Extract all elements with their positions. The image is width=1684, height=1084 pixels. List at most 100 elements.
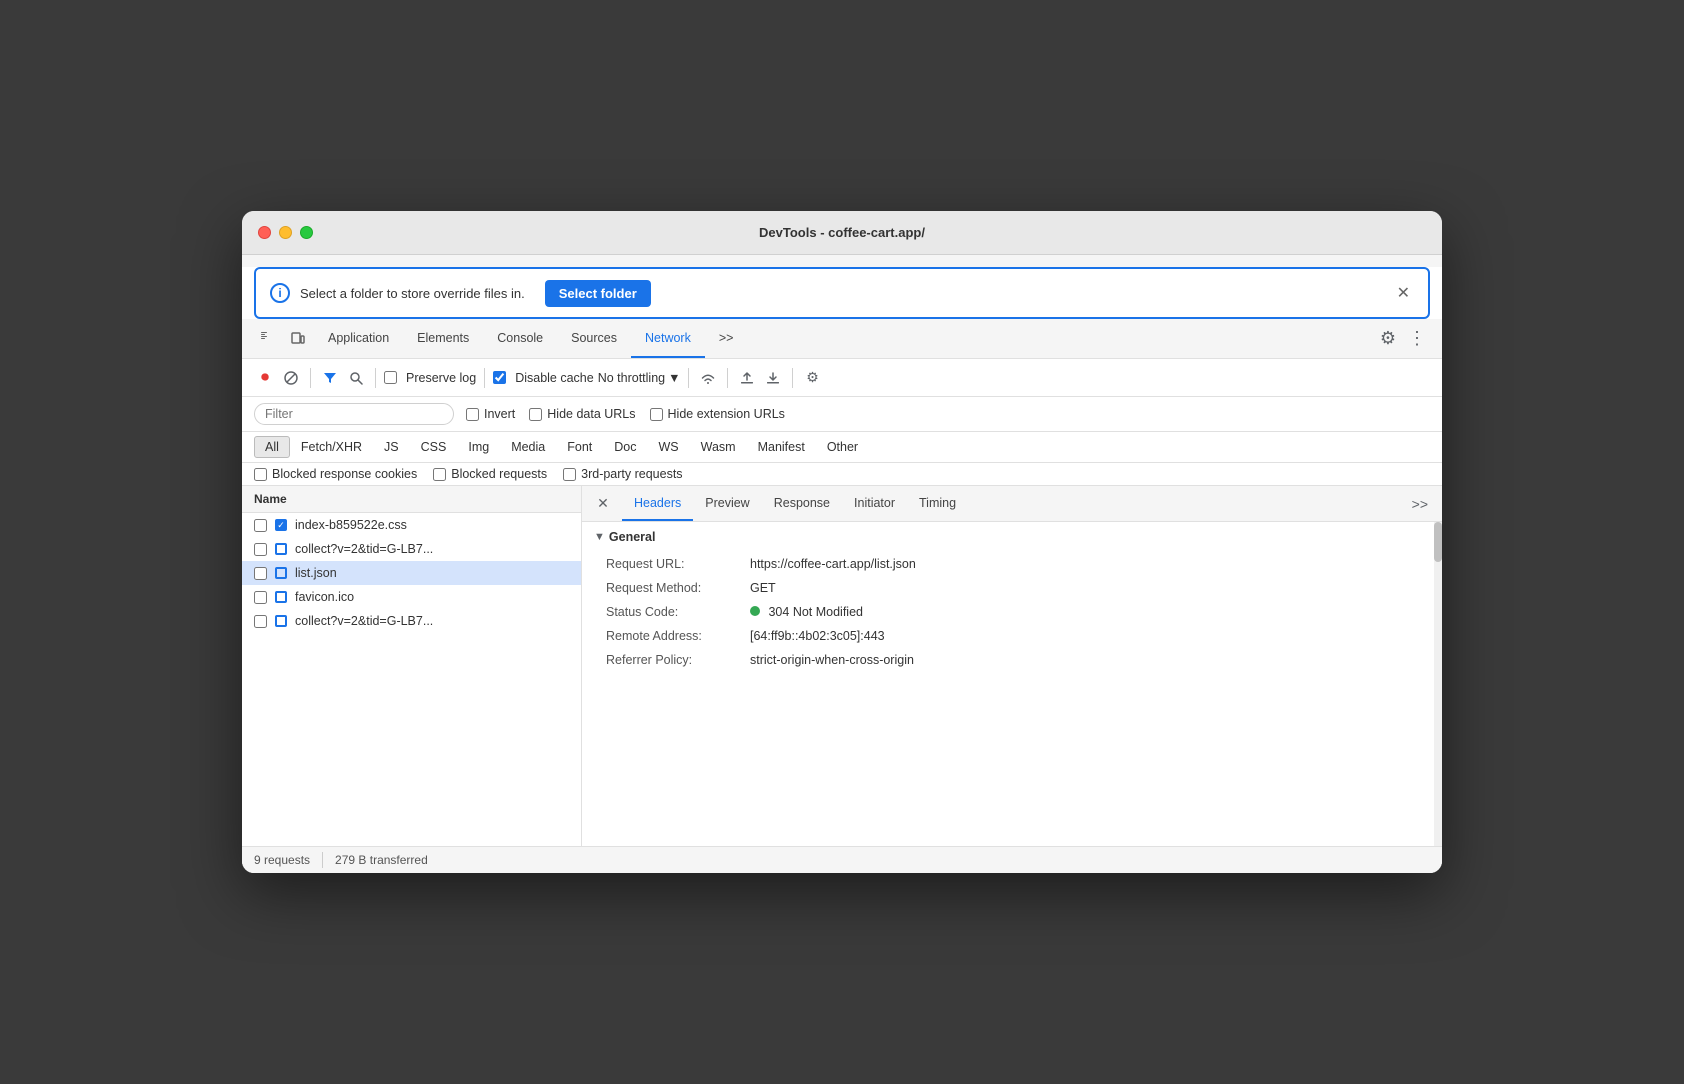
tab-console[interactable]: Console	[483, 319, 557, 358]
blocked-requests-check[interactable]: Blocked requests	[433, 467, 547, 481]
filter-input[interactable]	[265, 407, 443, 421]
hide-data-checkbox[interactable]	[529, 408, 542, 421]
section-arrow: ▼	[594, 531, 605, 543]
type-btn-other[interactable]: Other	[816, 436, 869, 458]
file-checkbox-4[interactable]	[254, 615, 267, 628]
file-row[interactable]: collect?v=2&tid=G-LB7...	[242, 537, 581, 561]
file-row[interactable]: collect?v=2&tid=G-LB7...	[242, 609, 581, 633]
headers-content: ▼ General Request URL: https://coffee-ca…	[582, 522, 1442, 672]
detail-tab-preview[interactable]: Preview	[693, 486, 761, 521]
toolbar-right: ⚙ ⋮	[1376, 324, 1430, 353]
select-folder-button[interactable]: Select folder	[545, 280, 651, 307]
prop-value-0: https://coffee-cart.app/list.json	[750, 557, 1418, 571]
disable-cache-checkbox[interactable]	[493, 371, 506, 384]
close-button[interactable]	[258, 226, 271, 239]
hide-ext-checkbox[interactable]	[650, 408, 663, 421]
file-row[interactable]: favicon.ico	[242, 585, 581, 609]
file-name-0: index-b859522e.css	[295, 518, 407, 532]
detail-tab-initiator[interactable]: Initiator	[842, 486, 907, 521]
file-name-4: collect?v=2&tid=G-LB7...	[295, 614, 433, 628]
third-party-label: 3rd-party requests	[581, 467, 682, 481]
scrollbar-thumb[interactable]	[1434, 522, 1442, 562]
type-btn-all[interactable]: All	[254, 436, 290, 458]
details-scrollbar[interactable]	[1434, 522, 1442, 846]
file-row[interactable]: ✓ index-b859522e.css	[242, 513, 581, 537]
prop-row: Referrer Policy: strict-origin-when-cros…	[582, 648, 1442, 672]
type-btn-js[interactable]: JS	[373, 436, 410, 458]
minimize-button[interactable]	[279, 226, 292, 239]
type-btn-css[interactable]: CSS	[410, 436, 458, 458]
file-name-3: favicon.ico	[295, 590, 354, 604]
type-btn-doc[interactable]: Doc	[603, 436, 647, 458]
file-row[interactable]: list.json	[242, 561, 581, 585]
prop-label-4: Referrer Policy:	[606, 653, 746, 667]
filter-bar: Invert Hide data URLs Hide extension URL…	[242, 397, 1442, 432]
details-tabs: ✕ Headers Preview Response Initiator Tim…	[582, 486, 1442, 522]
requests-count: 9 requests	[254, 853, 310, 867]
throttle-arrow: ▼	[668, 371, 680, 385]
blocked-requests-checkbox[interactable]	[433, 468, 446, 481]
disable-cache-label: Disable cache	[515, 371, 594, 385]
blocked-cookies-checkbox[interactable]	[254, 468, 267, 481]
cursor-icon[interactable]	[254, 325, 282, 353]
tab-application[interactable]: Application	[314, 319, 403, 358]
type-btn-manifest[interactable]: Manifest	[747, 436, 816, 458]
invert-label: Invert	[484, 407, 515, 421]
toolbar-settings-icon[interactable]: ⚙	[801, 367, 823, 389]
tab-more[interactable]: >>	[705, 319, 748, 358]
banner-close-button[interactable]: ✕	[1393, 279, 1414, 307]
file-list-header: Name	[242, 486, 581, 513]
hide-data-check[interactable]: Hide data URLs	[529, 407, 635, 421]
file-checkbox-1[interactable]	[254, 543, 267, 556]
blocked-cookies-check[interactable]: Blocked response cookies	[254, 467, 417, 481]
preserve-log-checkbox[interactable]	[384, 371, 397, 384]
blocked-requests-label: Blocked requests	[451, 467, 547, 481]
status-dot	[750, 606, 760, 616]
tab-network[interactable]: Network	[631, 319, 705, 358]
disable-cache-check[interactable]: Disable cache	[493, 371, 594, 385]
third-party-checkbox[interactable]	[563, 468, 576, 481]
type-btn-font[interactable]: Font	[556, 436, 603, 458]
device-icon[interactable]	[284, 325, 312, 353]
search-icon[interactable]	[345, 367, 367, 389]
type-btn-wasm[interactable]: Wasm	[690, 436, 747, 458]
hide-ext-check[interactable]: Hide extension URLs	[650, 407, 785, 421]
transferred-size: 279 B transferred	[335, 853, 428, 867]
throttle-label: No throttling	[598, 371, 665, 385]
invert-check[interactable]: Invert	[466, 407, 515, 421]
detail-tab-timing[interactable]: Timing	[907, 486, 968, 521]
more-dots-icon[interactable]: ⋮	[1404, 324, 1430, 353]
wifi-icon[interactable]	[697, 367, 719, 389]
detail-tab-response[interactable]: Response	[762, 486, 842, 521]
type-btn-media[interactable]: Media	[500, 436, 556, 458]
record-button[interactable]: ⏺	[254, 367, 276, 389]
file-checkbox-3[interactable]	[254, 591, 267, 604]
file-name-1: collect?v=2&tid=G-LB7...	[295, 542, 433, 556]
type-btn-ws[interactable]: WS	[647, 436, 689, 458]
clear-button[interactable]	[280, 367, 302, 389]
invert-checkbox[interactable]	[466, 408, 479, 421]
tab-sources[interactable]: Sources	[557, 319, 631, 358]
maximize-button[interactable]	[300, 226, 313, 239]
type-btn-fetch/xhr[interactable]: Fetch/XHR	[290, 436, 373, 458]
tab-elements[interactable]: Elements	[403, 319, 483, 358]
upload-icon[interactable]	[736, 367, 758, 389]
details-close-button[interactable]: ✕	[592, 493, 614, 515]
download-icon[interactable]	[762, 367, 784, 389]
detail-tabs-more[interactable]: >>	[1408, 492, 1432, 516]
details-panel: ✕ Headers Preview Response Initiator Tim…	[582, 486, 1442, 846]
general-section-header[interactable]: ▼ General	[582, 522, 1442, 552]
banner-text: Select a folder to store override files …	[300, 286, 525, 301]
prop-label-1: Request Method:	[606, 581, 746, 595]
separator3	[484, 368, 485, 388]
file-checkbox-0[interactable]	[254, 519, 267, 532]
file-checkbox-2[interactable]	[254, 567, 267, 580]
preserve-log-check[interactable]: Preserve log	[384, 371, 476, 385]
third-party-check[interactable]: 3rd-party requests	[563, 467, 682, 481]
settings-gear-icon[interactable]: ⚙	[1376, 324, 1400, 353]
throttle-select[interactable]: No throttling ▼	[598, 371, 681, 385]
detail-tab-headers[interactable]: Headers	[622, 486, 693, 521]
type-btn-img[interactable]: Img	[457, 436, 500, 458]
separator6	[792, 368, 793, 388]
filter-icon[interactable]	[319, 367, 341, 389]
